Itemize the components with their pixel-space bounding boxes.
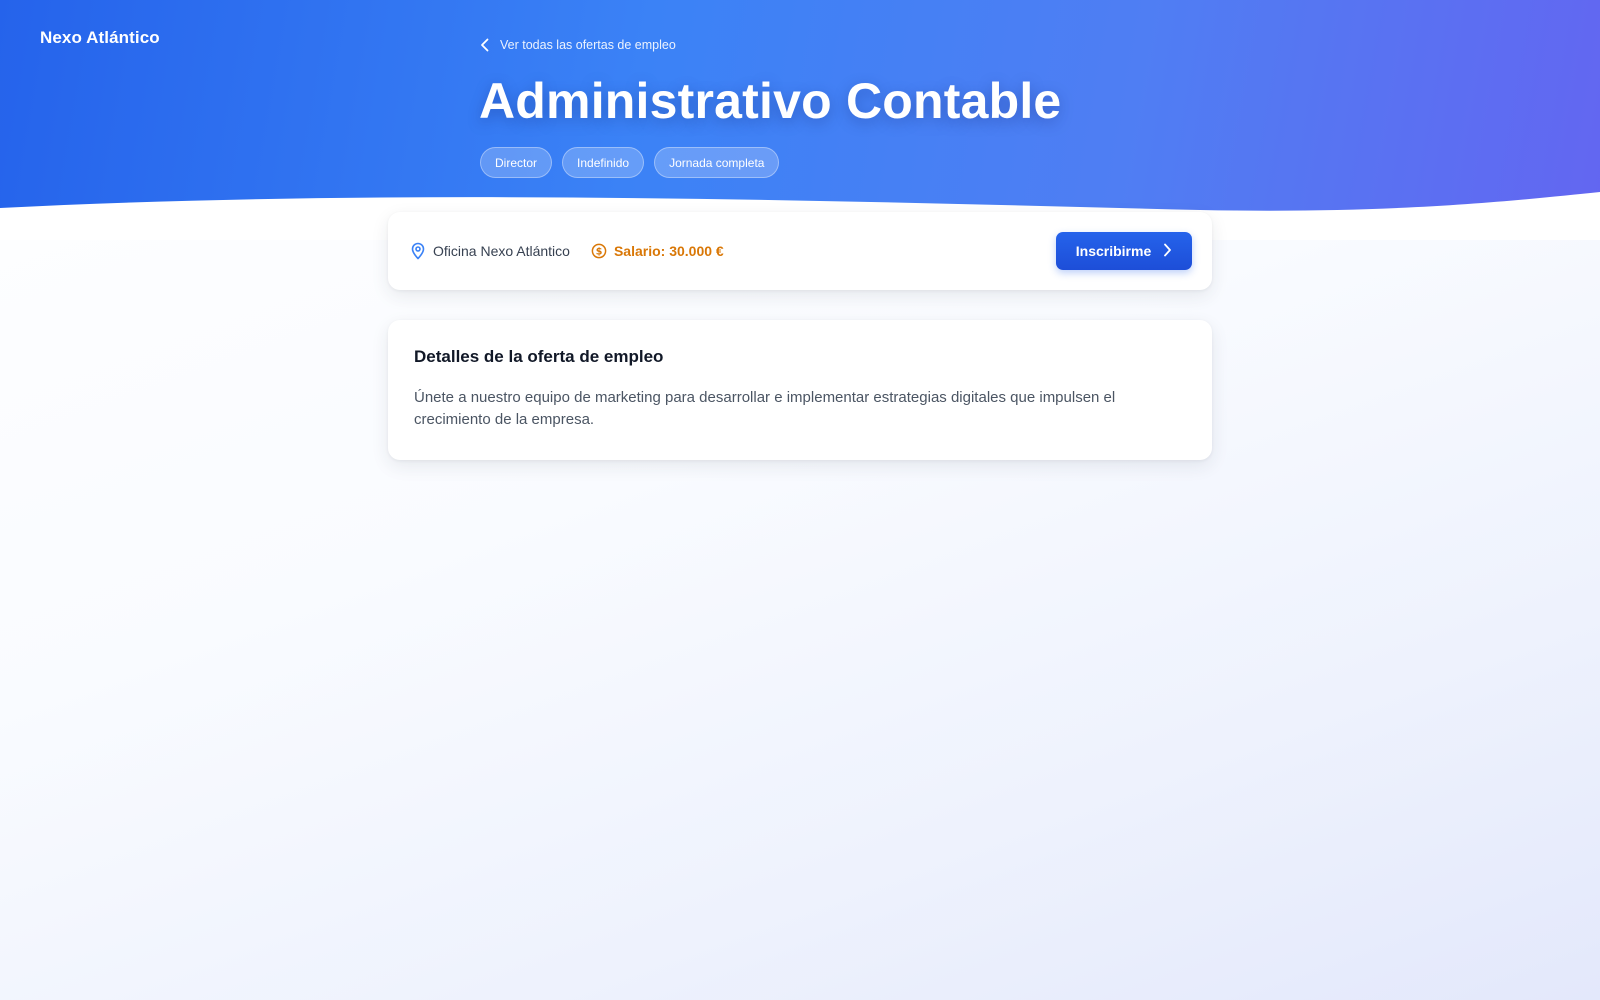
job-title: Administrativo Contable [479,73,1062,129]
apply-button[interactable]: Inscribirme [1056,232,1192,270]
job-location: Oficina Nexo Atlántico [410,242,570,260]
job-details-card: Detalles de la oferta de empleo Únete a … [388,320,1212,460]
tag-schedule: Jornada completa [654,147,780,178]
location-label: Oficina Nexo Atlántico [433,243,570,259]
job-tags: Director Indefinido Jornada completa [480,147,780,178]
details-description: Únete a nuestro equipo de marketing para… [414,389,1116,428]
chevron-left-icon [480,38,490,52]
salary-label: Salario: 30.000 € [613,243,724,259]
tag-level: Director [480,147,553,178]
svg-text:$: $ [596,246,603,257]
apply-button-label: Inscribirme [1075,243,1152,259]
back-to-offers-link[interactable]: Ver todas las ofertas de empleo [480,38,676,52]
tag-contract: Indefinido [562,147,645,178]
hero-header: Nexo Atlántico Ver todas las ofertas de … [0,0,1600,240]
dollar-circle-icon: $ [591,243,607,259]
job-salary: $ Salario: 30.000 € [591,243,724,259]
brand-logo[interactable]: Nexo Atlántico [40,28,160,48]
job-summary-card: Oficina Nexo Atlántico $ Salario: 30.000… [388,212,1212,290]
map-pin-icon [410,242,426,260]
details-heading: Detalles de la oferta de empleo [414,347,664,366]
chevron-right-icon [1163,243,1172,260]
back-link-label: Ver todas las ofertas de empleo [500,38,676,52]
